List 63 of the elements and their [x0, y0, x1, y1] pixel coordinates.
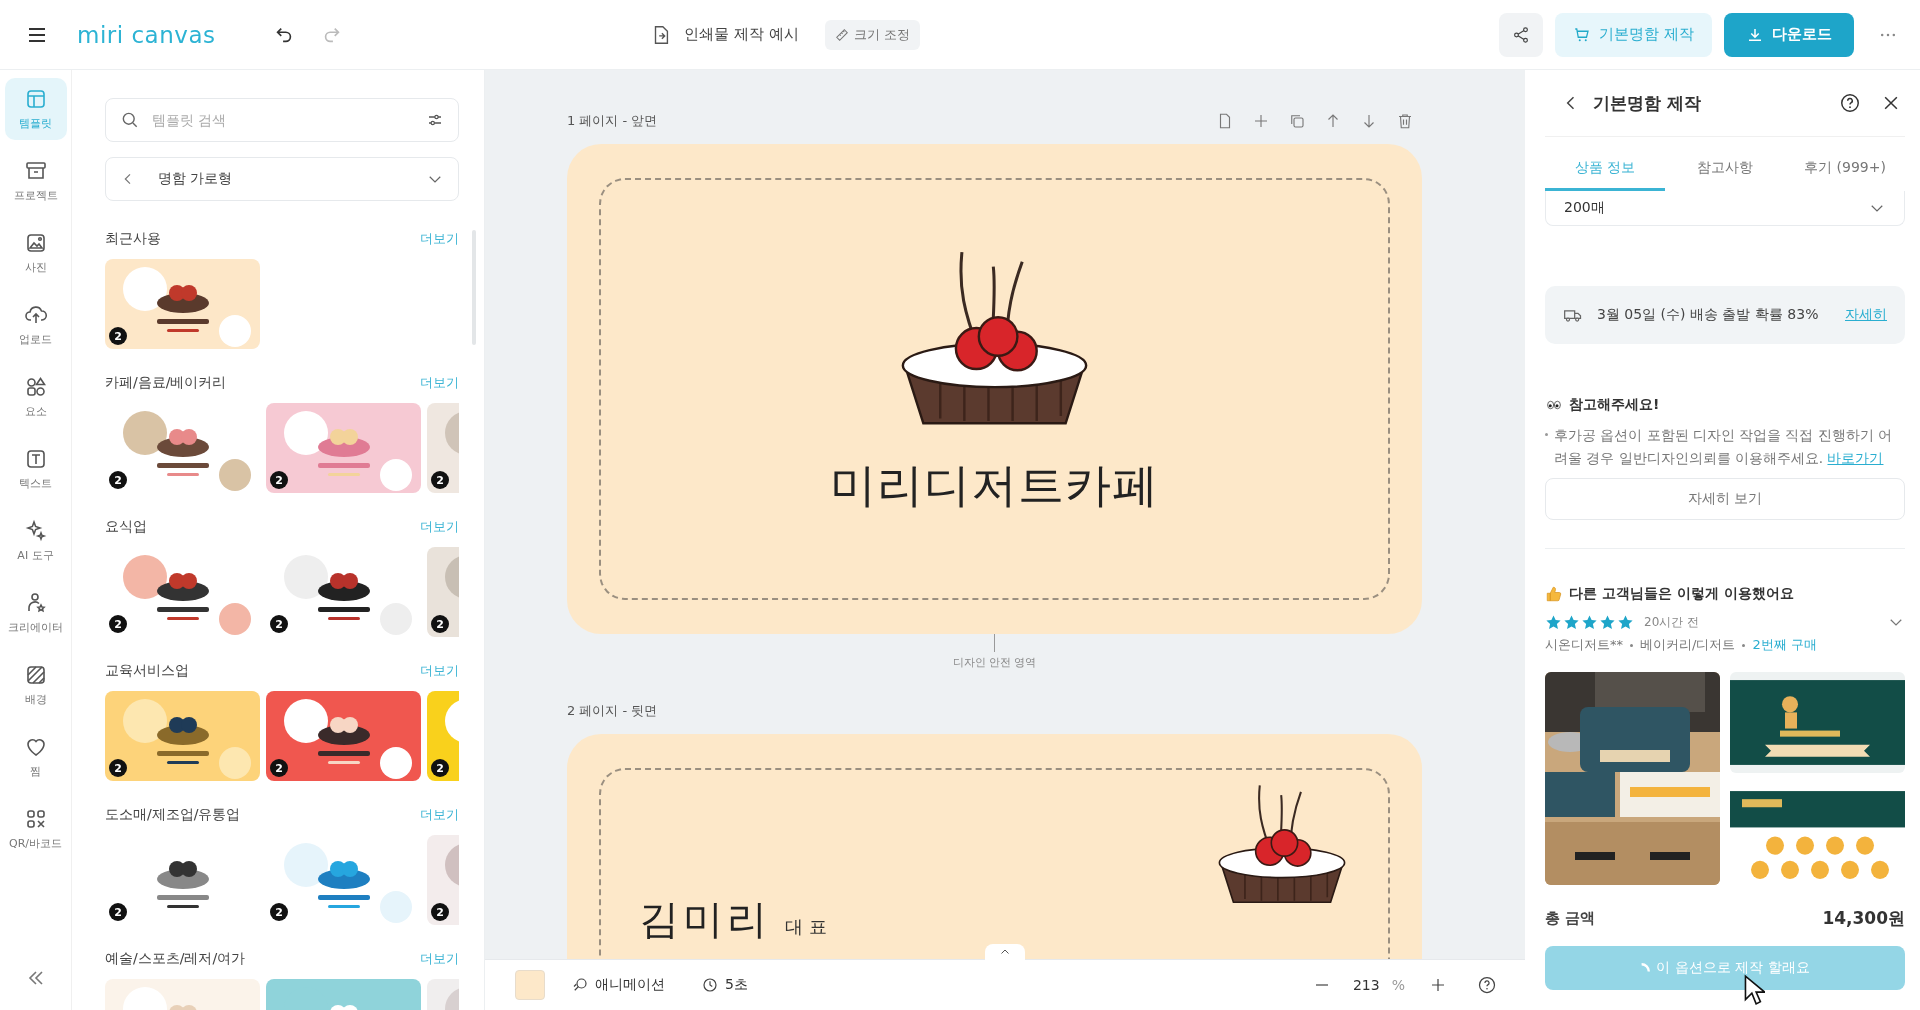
review-time: 20시간 전	[1644, 613, 1701, 631]
section-title: 카페/음료/베이커리	[105, 374, 227, 392]
zoom-unit: %	[1391, 977, 1405, 993]
card-title[interactable]: 미리디저트카페	[830, 455, 1159, 517]
review-heading: 다른 고객님들은 이렇게 이용했어요	[1569, 585, 1794, 603]
sidebar-item[interactable]: 요소	[4, 366, 67, 428]
category-dropdown[interactable]: 명함 가로형	[105, 157, 459, 201]
panel-title: 기본명함 제작	[1593, 91, 1702, 115]
logo[interactable]: miri canvas	[77, 21, 216, 48]
sidebar-item[interactable]: 사진	[4, 222, 67, 284]
notice-title: 참고해주세요!	[1569, 396, 1660, 414]
review-category: 베이커리/디저트	[1640, 636, 1736, 654]
purchase-count: 2번째 구매	[1752, 636, 1817, 654]
page-label: 2 페이지 - 뒷면	[567, 702, 658, 720]
section-title: 최근사용	[105, 230, 161, 248]
more-link[interactable]: 더보기	[420, 230, 459, 248]
tab[interactable]: 상품 정보	[1545, 147, 1665, 191]
section-title: 교육서비스업	[105, 662, 189, 680]
more-link[interactable]: 더보기	[420, 374, 459, 392]
category-label: 명함 가로형	[158, 170, 234, 188]
page-label: 1 페이지 - 앞면	[567, 112, 658, 130]
document-title[interactable]: 인쇄물 제작 예시	[684, 25, 799, 44]
total-label: 총 금액	[1545, 909, 1596, 928]
order-button[interactable]: 기본명함 제작	[1555, 12, 1712, 57]
more-link[interactable]: 더보기	[420, 950, 459, 968]
duration-button[interactable]: 5초	[697, 972, 752, 998]
zoom-value[interactable]: 213	[1352, 977, 1380, 993]
sidebar-item[interactable]: 찜	[4, 726, 67, 788]
sidebar-item[interactable]: 텍스트	[4, 438, 67, 500]
sidebar-item[interactable]: 템플릿	[4, 78, 67, 140]
tab[interactable]: 후기 (999+)	[1785, 147, 1905, 191]
animation-button[interactable]: 애니메이션	[567, 972, 669, 998]
shortcut-link[interactable]: 바로가기	[1827, 450, 1884, 466]
sidebar-item[interactable]: 크리에이터	[4, 582, 67, 644]
search-field[interactable]: 템플릿 검색	[105, 98, 459, 142]
sidebar-item[interactable]: AI 도구	[4, 510, 67, 572]
quantity-dropdown[interactable]: 200매	[1545, 191, 1905, 226]
review-author: 시온디저트**	[1545, 636, 1623, 654]
card-name[interactable]: 김미리	[639, 892, 771, 947]
quantity-value: 200매	[1564, 199, 1605, 217]
more-link[interactable]: 더보기	[420, 518, 459, 536]
sidebar-item[interactable]: 업로드	[4, 294, 67, 356]
sidebar-item[interactable]: QR/바코드	[4, 798, 67, 860]
delivery-estimate: 3월 05일 (수) 배송 출발 확률 83%	[1597, 306, 1820, 324]
card-role[interactable]: 대 표	[785, 915, 827, 939]
sidebar-item[interactable]: 프로젝트	[4, 150, 67, 212]
search-input[interactable]: 템플릿 검색	[150, 111, 416, 129]
resize-button[interactable]: 크기 조정	[824, 19, 920, 50]
sidebar-item[interactable]: 배경	[4, 654, 67, 716]
business-card-page[interactable]: 미리디저트카페	[567, 144, 1422, 634]
tab[interactable]: 참고사항	[1665, 147, 1785, 191]
more-link[interactable]: 더보기	[420, 662, 459, 680]
notice-text: 후가공 옵션이 포함된 디자인 작업을 직접 진행하기 어려울 경우 일반디자인의뢰를 이용해주세요. 바로가기	[1554, 426, 1894, 468]
business-card-page[interactable]: 김미리 대 표	[567, 734, 1422, 959]
download-button[interactable]: 다운로드	[1724, 12, 1854, 57]
section-title: 예술/스포츠/레저/여가	[105, 950, 246, 968]
section-title: 도소매/제조업/유통업	[105, 806, 241, 824]
detail-button[interactable]: 자세히 보기	[1545, 478, 1905, 520]
details-link[interactable]: 자세히	[1845, 306, 1887, 324]
safe-area-label: 디자인 안전 영역	[952, 655, 1037, 670]
more-link[interactable]: 더보기	[420, 806, 459, 824]
section-title: 요식업	[105, 518, 147, 536]
total-price: 14,300원	[1822, 907, 1905, 930]
